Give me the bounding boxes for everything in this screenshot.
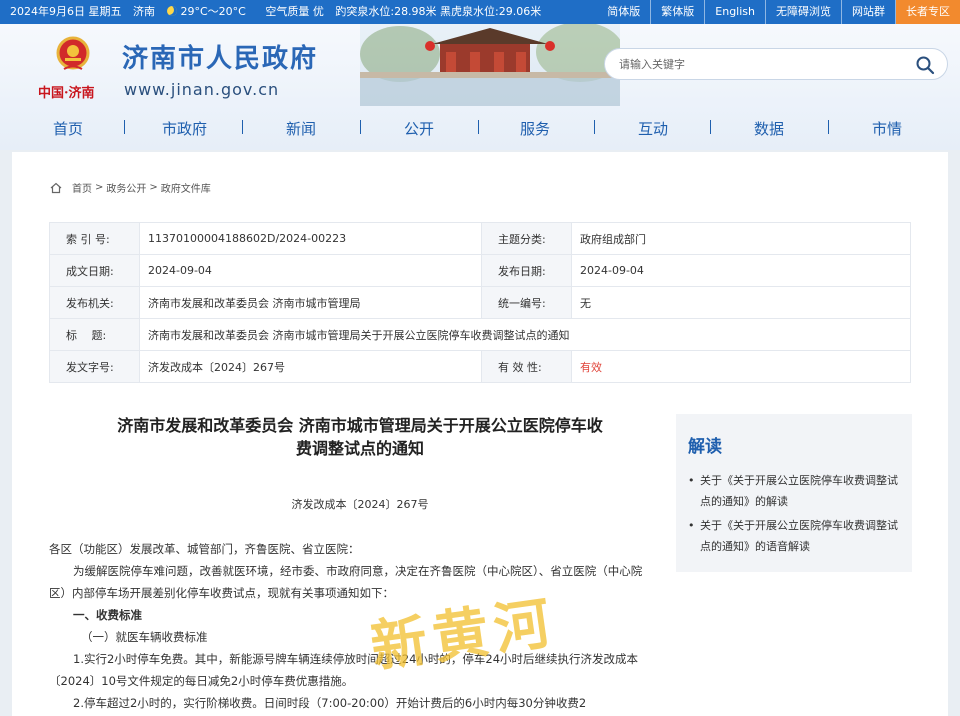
validity-value: 有效 [571, 350, 911, 383]
paragraph: 1.实行2小时停车免费。其中，新能源号牌车辆连续停放时间超过24小时的，停车24… [49, 652, 639, 688]
search-box [604, 48, 948, 80]
section-heading: 一、收费标准 [73, 608, 142, 622]
document-info-table: 索 引 号: 11370100004188602D/2024-00223 主题分… [49, 222, 911, 383]
nav-separator [710, 120, 711, 134]
site-header: 中国·济南 济南市人民政府 www.jinan.gov.cn 首页 市政府 [0, 24, 960, 150]
search-input[interactable] [619, 54, 899, 74]
nav-city-info[interactable]: 市情 [872, 118, 902, 139]
search-icon[interactable] [915, 55, 935, 75]
breadcrumb-doc-library[interactable]: 政府文件库 [161, 180, 211, 195]
top-utility-bar: 2024年9月6日 星期五 济南 29°C～20°C 空气质量 优 趵突泉水位:… [0, 0, 960, 24]
nav-separator [124, 120, 125, 134]
paragraph: 2.停车超过2小时的，实行阶梯收费。日间时段（7:00-20:00）开始计费后的… [73, 696, 587, 710]
weather: 济南 29°C～20°C [133, 5, 254, 18]
site-url: www.jinan.gov.cn [124, 80, 280, 99]
article-doc-number: 济发改成本〔2024〕267号 [291, 498, 429, 511]
nav-home[interactable]: 首页 [53, 118, 83, 139]
issuer-label: 发布机关: [49, 286, 140, 319]
nav-service[interactable]: 服务 [520, 118, 550, 139]
article-title-line: 济南市发展和改革委员会 济南市城市管理局关于开展公立医院停车收 [117, 416, 603, 435]
paragraph: 各区（功能区）发展改革、城管部门，齐鲁医院、省立医院： [49, 542, 360, 556]
table-row: 标 题: 济南市发展和改革委员会 济南市城市管理局关于开展公立医院停车收费调整试… [49, 318, 911, 351]
created-date-value: 2024-09-04 [139, 254, 482, 287]
doc-number-label: 发文字号: [49, 350, 140, 383]
breadcrumb-separator: > [95, 182, 104, 193]
table-row: 发布机关: 济南市发展和改革委员会 济南市城市管理局 统一编号: 无 [49, 286, 911, 319]
nav-separator [594, 120, 595, 134]
link-accessibility[interactable]: 无障碍浏览 [766, 0, 842, 24]
air-quality-text: 空气质量 优 [265, 5, 324, 18]
header-scenery-image [360, 24, 620, 106]
title-label: 标 题: [49, 318, 140, 351]
nav-separator [242, 120, 243, 134]
table-row: 发文字号: 济发改成本〔2024〕267号 有 效 性: 有效 [49, 350, 911, 383]
nav-news[interactable]: 新闻 [286, 118, 316, 139]
issuer-value: 济南市发展和改革委员会 济南市城市管理局 [139, 286, 482, 319]
article-body: 各区（功能区）发展改革、城管部门，齐鲁医院、省立医院： 为缓解医院停车难问题，改… [49, 538, 649, 714]
elder-zone-button[interactable]: 长者专区 [896, 0, 960, 24]
nav-data[interactable]: 数据 [754, 118, 784, 139]
nav-government[interactable]: 市政府 [162, 118, 207, 139]
logo-text: 中国·济南 [38, 86, 95, 101]
doc-number-value: 济发改成本〔2024〕267号 [139, 350, 482, 383]
breadcrumb: 首页 > 政务公开 > 政府文件库 [50, 180, 211, 195]
title-value: 济南市发展和改革委员会 济南市城市管理局关于开展公立医院停车收费调整试点的通知 [139, 318, 911, 351]
nav-interact[interactable]: 互动 [638, 118, 668, 139]
unified-number-value: 无 [571, 286, 911, 319]
interpretation-title: 解读 [688, 437, 722, 457]
date-text: 2024年9月6日 星期五 [10, 5, 122, 18]
created-date-label: 成文日期: [49, 254, 140, 287]
link-simplified[interactable]: 简体版 [597, 0, 652, 24]
breadcrumb-gov-open[interactable]: 政务公开 [106, 180, 146, 195]
nav-separator [478, 120, 479, 134]
city-text: 济南 [133, 5, 155, 18]
main-nav: 首页 市政府 新闻 公开 服务 互动 数据 市情 [0, 114, 960, 142]
topic-value: 政府组成部门 [571, 222, 911, 255]
article-title-line: 费调整试点的通知 [295, 439, 424, 458]
moon-icon [166, 6, 177, 16]
link-site-group[interactable]: 网站群 [842, 0, 896, 24]
breadcrumb-home[interactable]: 首页 [72, 180, 92, 195]
interpretation-link[interactable]: 关于《关于开展公立医院停车收费调整试点的通知》的语音解读 [688, 515, 904, 557]
interpretation-box: 解读 关于《关于开展公立医院停车收费调整试点的通知》的解读 关于《关于开展公立医… [676, 414, 912, 572]
nav-open[interactable]: 公开 [404, 118, 434, 139]
index-label: 索 引 号: [49, 222, 140, 255]
topic-label: 主题分类: [481, 222, 572, 255]
interpretation-list: 关于《关于开展公立医院停车收费调整试点的通知》的解读 关于《关于开展公立医院停车… [688, 470, 904, 560]
link-traditional[interactable]: 繁体版 [651, 0, 706, 24]
interpretation-link[interactable]: 关于《关于开展公立医院停车收费调整试点的通知》的解读 [688, 470, 904, 512]
breadcrumb-separator: > [149, 182, 158, 193]
published-date-label: 发布日期: [481, 254, 572, 287]
water-level-text: 趵突泉水位:28.98米 黑虎泉水位:29.06米 [335, 5, 542, 18]
topbar-info: 2024年9月6日 星期五 济南 29°C～20°C 空气质量 优 趵突泉水位:… [10, 0, 549, 24]
temp-text: 29°C～20°C [180, 5, 246, 18]
link-english[interactable]: English [705, 0, 766, 24]
index-value: 11370100004188602D/2024-00223 [139, 222, 482, 255]
home-icon[interactable] [50, 182, 62, 194]
subsection-heading: （一）就医车辆收费标准 [81, 630, 208, 644]
article-title: 济南市发展和改革委员会 济南市城市管理局关于开展公立医院停车收 费调整试点的通知 [62, 414, 658, 460]
national-emblem-icon [56, 36, 90, 70]
topbar-links: 简体版 繁体版 English 无障碍浏览 网站群 长者专区 [597, 0, 960, 24]
nav-separator [360, 120, 361, 134]
unified-number-label: 统一编号: [481, 286, 572, 319]
validity-label: 有 效 性: [481, 350, 572, 383]
published-date-value: 2024-09-04 [571, 254, 911, 287]
table-row: 索 引 号: 11370100004188602D/2024-00223 主题分… [49, 222, 911, 255]
paragraph: 为缓解医院停车难问题，改善就医环境，经市委、市政府同意，决定在齐鲁医院（中心院区… [49, 564, 643, 600]
nav-separator [828, 120, 829, 134]
table-row: 成文日期: 2024-09-04 发布日期: 2024-09-04 [49, 254, 911, 287]
site-title[interactable]: 济南市人民政府 [122, 38, 318, 75]
